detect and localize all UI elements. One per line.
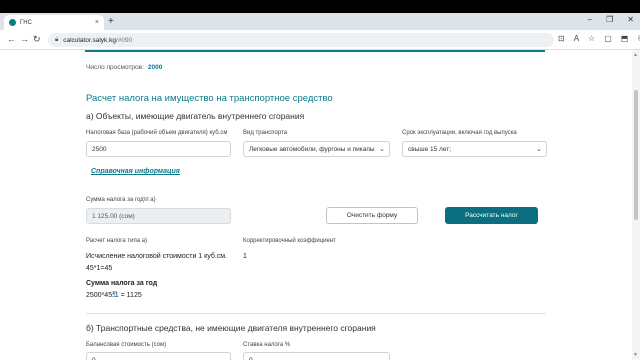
subsection-a-title: а) Объекты, имеющие двигатель внутреннег… [86,111,305,121]
cost-calc-value: 45*1=45 [86,265,113,272]
address-bar-row: ← → ↻ 🔒︎ calculator.salyk.kg/#090 ⊡ A ☆ … [0,30,640,50]
forward-icon[interactable]: → [20,34,29,44]
transport-type-value: Легковые автомобили, фургоны и пикапы [249,145,375,153]
browser-tab[interactable]: ГНС × [4,15,104,30]
divider [86,313,546,314]
site-info-icon[interactable]: 🔒︎ [55,37,58,44]
term-select[interactable]: свыше 15 лет; ⌄ [402,141,547,157]
browser-window: ГНС × + – ❐ ✕ ← → ↻ 🔒︎ calculator.salyk.… [0,13,640,360]
section-title: Расчет налога на имущество на транспортн… [86,93,333,104]
chevron-down-icon: ⌄ [536,146,542,153]
transport-type-label: Вид транспорта [243,130,288,136]
page-scrollbar[interactable]: ▲ ▼ [632,50,640,360]
scroll-down-icon[interactable]: ▼ [633,352,638,358]
tax-sum-output: 1 125.00 (сом) [86,208,231,224]
calculate-tax-button[interactable]: Рассчитать налог [445,207,538,224]
tab-bar: ГНС × + – ❐ ✕ [0,13,640,30]
minimize-icon[interactable]: – [588,15,592,24]
url-path: /#090 [115,36,133,44]
subsection-b-title: б) Транспортные средства, не имеющие дви… [86,323,376,333]
coefficient-label: Корректировочный коэффициент [243,238,336,244]
split-view-icon[interactable]: ▢ [604,34,612,43]
close-window-icon[interactable]: ✕ [627,15,634,24]
back-icon[interactable]: ← [7,34,16,44]
url-text: calculator.salyk.kg/#090 [63,37,132,44]
reference-info-link[interactable]: Справочная информация [91,168,180,175]
term-label: Срок эксплуатации, включая год выпуска [402,130,517,136]
views-count: 2000 [147,64,163,71]
translate-icon[interactable]: ⊡ [558,34,565,43]
coefficient-value: 1 [243,253,247,260]
calc-type-label: Расчет налога типа а) [86,238,148,244]
bookmark-star-icon[interactable]: ☆ [588,34,595,43]
clear-form-button[interactable]: Очистить форму [326,207,418,224]
cost-calc-title: Исчисление налоговой стоимости 1 куб.см. [86,253,228,260]
text-cursor-icon: ⌶ [112,290,117,299]
views-label: Число просмотров: [86,64,144,71]
tax-base-input[interactable]: 2500 [86,141,231,157]
balance-cost-label: Балансовая стоимость (сом) [86,342,167,348]
window-controls: – ❐ ✕ [588,15,634,24]
new-tab-button[interactable]: + [108,15,114,28]
tax-sum-label: Сумма налога за год\п а) [86,197,156,203]
reader-icon[interactable]: A [574,34,579,43]
url-field[interactable]: 🔒︎ calculator.salyk.kg/#090 [48,33,554,47]
tax-rate-input[interactable]: 0 [243,352,390,360]
tab-close-icon[interactable]: × [95,19,99,26]
sidebar-icon[interactable]: ⬒ [621,34,629,43]
scrollbar-thumb[interactable] [634,90,638,220]
maximize-icon[interactable]: ❐ [606,15,613,24]
tab-title: ГНС [20,19,32,26]
page-header-strip [85,50,545,52]
balance-cost-input[interactable]: 0 [86,352,231,360]
tax-base-label: Налоговая база (рабочий объем двигателя)… [86,130,228,136]
page-content: Число просмотров: 2000 Расчет налога на и… [0,50,632,360]
year-sum-title: Сумма налога за год [86,280,158,287]
browser-toolbar: ⊡ A ☆ ▢ ⬒ ⚇ ⋮ [558,34,640,43]
transport-type-select[interactable]: Легковые автомобили, фургоны и пикапы ⌄ [243,141,390,157]
site-favicon-icon [9,19,16,26]
chevron-down-icon: ⌄ [379,146,385,153]
scroll-up-icon[interactable]: ▲ [633,52,638,58]
tax-rate-label: Ставка налога % [243,342,291,348]
url-host: calculator.salyk.kg [63,36,116,44]
term-value: свыше 15 лет; [408,145,452,153]
view-counter: Число просмотров: 2000 [86,64,162,71]
reload-icon[interactable]: ↻ [33,34,41,45]
